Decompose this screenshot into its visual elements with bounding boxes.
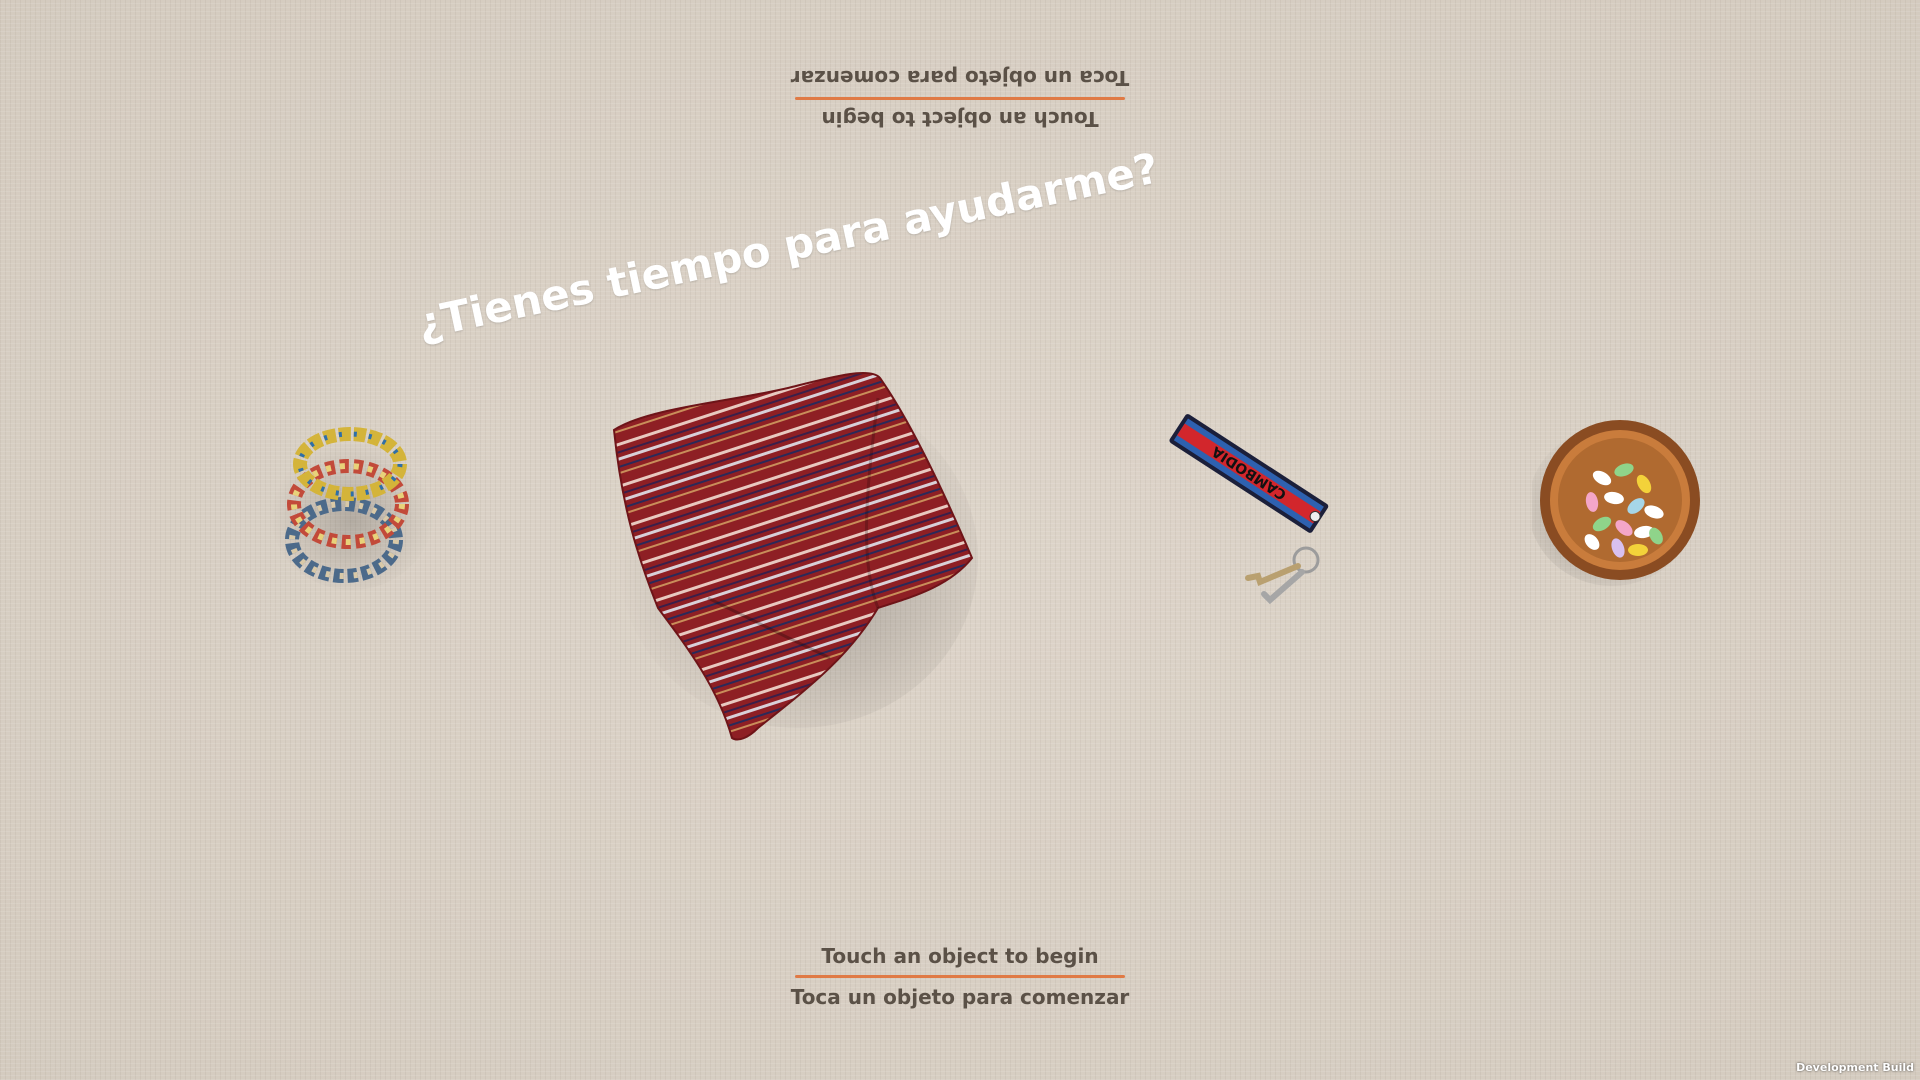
keychain-image: CAMBODIA [1169, 414, 1329, 605]
textile-object[interactable] [608, 358, 980, 744]
candy-bowl-object[interactable] [1532, 418, 1702, 588]
woven-textile-image [612, 372, 978, 741]
prompt-divider-inverted [795, 97, 1125, 100]
bracelets-object[interactable] [262, 412, 442, 592]
development-build-label: Development Build [1796, 1061, 1914, 1074]
prompt: Touch an object to begin Toca un objeto … [790, 942, 1130, 1011]
prompt-spanish-inverted: Toca un objeto para comenzar [790, 66, 1130, 90]
floating-question: ¿Tienes tiempo para ayudarme? [412, 143, 1163, 349]
candy-bowl-image [1532, 420, 1700, 586]
prompt-english: Touch an object to begin [821, 944, 1099, 968]
prompt-divider [795, 975, 1125, 978]
bracelets-image [270, 427, 434, 590]
keychain-object[interactable]: CAMBODIA [1158, 410, 1348, 610]
prompt-english-inverted: Touch an object to begin [821, 107, 1099, 131]
prompt-spanish: Toca un objeto para comenzar [790, 985, 1130, 1009]
touch-table-stage: Touch an object to begin Toca un objeto … [0, 0, 1920, 1080]
prompt-inverted: Touch an object to begin Toca un objeto … [790, 64, 1130, 133]
